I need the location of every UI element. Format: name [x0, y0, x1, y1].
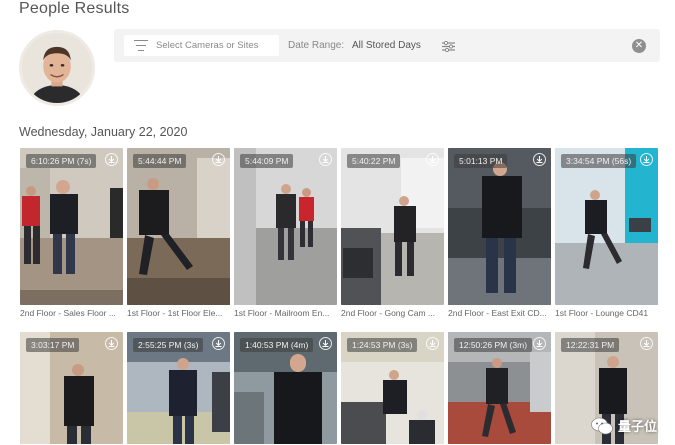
download-icon[interactable] [533, 337, 546, 350]
filter-bar: Select Cameras or Sites Date Range: All … [114, 29, 660, 62]
download-icon[interactable] [105, 337, 118, 350]
timestamp-badge: 5:44:44 PM [133, 154, 187, 168]
timestamp-badge: 3:03:17 PM [26, 338, 80, 352]
result-thumbnail[interactable]: 3:34:54 PM (56s) [555, 148, 658, 305]
result-thumbnail[interactable]: 5:01:13 PM [448, 148, 551, 305]
timestamp-badge: 5:01:13 PM [454, 154, 508, 168]
result-thumbnail[interactable]: 1:24:53 PM (3s) [341, 332, 444, 444]
wechat-logo-icon [591, 417, 613, 434]
result-thumbnail[interactable]: 5:44:44 PM [127, 148, 230, 305]
timestamp-badge: 1:24:53 PM (3s) [347, 338, 418, 352]
avatar [19, 30, 95, 106]
result-thumbnail[interactable]: 1:40:53 PM (4m) [234, 332, 337, 444]
camera-caption: 1st Floor - Mailroom En... [234, 308, 330, 318]
download-icon[interactable] [426, 337, 439, 350]
date-range-label: Date Range: [288, 40, 345, 51]
camera-snapshot [127, 148, 230, 305]
download-icon[interactable] [319, 153, 332, 166]
result-tile[interactable]: 3:34:54 PM (56s) 1st Floor - Lounge CD41 [555, 148, 658, 319]
timestamp-badge: 12:50:26 PM (3m) [454, 338, 533, 352]
camera-snapshot [448, 148, 551, 305]
timestamp-badge: 1:40:53 PM (4m) [240, 338, 314, 352]
camera-snapshot [234, 148, 337, 305]
result-tile[interactable]: 3:03:17 PM [20, 332, 123, 444]
download-icon[interactable] [640, 153, 653, 166]
result-tile[interactable]: 1:40:53 PM (4m) [234, 332, 337, 444]
date-heading: Wednesday, January 22, 2020 [19, 125, 188, 139]
result-tile[interactable]: 5:44:44 PM 1st Floor - 1st Floor Ele... [127, 148, 230, 319]
result-thumbnail[interactable]: 5:40:22 PM [341, 148, 444, 305]
camera-snapshot [555, 148, 658, 305]
sliders-icon[interactable] [442, 41, 455, 52]
download-icon[interactable] [533, 153, 546, 166]
face-photo [22, 33, 92, 103]
result-thumbnail[interactable]: 2:55:25 PM (3s) [127, 332, 230, 444]
camera-caption: 2nd Floor - Sales Floor ... [20, 308, 116, 318]
timestamp-badge: 2:55:25 PM (3s) [133, 338, 204, 352]
camera-select-placeholder: Select Cameras or Sites [156, 40, 259, 51]
camera-snapshot [341, 148, 444, 305]
result-thumbnail[interactable]: 12:50:26 PM (3m) [448, 332, 551, 444]
result-thumbnail[interactable]: 3:03:17 PM [20, 332, 123, 444]
result-tile[interactable]: 5:44:09 PM 1st Floor - Mailroom En... [234, 148, 337, 319]
camera-caption: 2nd Floor - Gong Cam ... [341, 308, 436, 318]
download-icon[interactable] [426, 153, 439, 166]
camera-caption: 1st Floor - 1st Floor Ele... [127, 308, 223, 318]
download-icon[interactable] [212, 337, 225, 350]
result-tile[interactable]: 6:10:26 PM (7s) 2nd Floor - Sales Floor … [20, 148, 123, 319]
results-row: 3:03:17 PM 2:55:25 PM (3s) 1:40:53 PM (4… [20, 332, 658, 444]
timestamp-badge: 3:34:54 PM (56s) [561, 154, 637, 168]
result-thumbnail[interactable]: 5:44:09 PM [234, 148, 337, 305]
download-icon[interactable] [640, 337, 653, 350]
results-row: 6:10:26 PM (7s) 2nd Floor - Sales Floor … [20, 148, 658, 319]
result-thumbnail[interactable]: 6:10:26 PM (7s) [20, 148, 123, 305]
camera-snapshot [20, 148, 123, 305]
camera-caption: 2nd Floor - East Exit CD... [448, 308, 547, 318]
date-range-value[interactable]: All Stored Days [352, 40, 421, 51]
download-icon[interactable] [212, 153, 225, 166]
timestamp-badge: 5:44:09 PM [240, 154, 294, 168]
result-tile[interactable]: 2:55:25 PM (3s) [127, 332, 230, 444]
filter-icon [134, 39, 148, 52]
download-icon[interactable] [105, 153, 118, 166]
result-tile[interactable]: 5:40:22 PM 2nd Floor - Gong Cam ... [341, 148, 444, 319]
camera-select[interactable]: Select Cameras or Sites [124, 35, 279, 56]
camera-caption: 1st Floor - Lounge CD41 [555, 308, 649, 318]
timestamp-badge: 5:40:22 PM [347, 154, 401, 168]
watermark: 量子位 [591, 416, 657, 435]
result-tile[interactable]: 12:50:26 PM (3m) [448, 332, 551, 444]
download-icon[interactable] [319, 337, 332, 350]
timestamp-badge: 6:10:26 PM (7s) [26, 154, 97, 168]
clear-icon[interactable]: ✕ [632, 39, 646, 53]
timestamp-badge: 12:22:31 PM [561, 338, 620, 352]
page-title: People Results [19, 0, 130, 17]
watermark-text: 量子位 [617, 419, 657, 434]
result-tile[interactable]: 5:01:13 PM 2nd Floor - East Exit CD... [448, 148, 551, 319]
result-tile[interactable]: 1:24:53 PM (3s) [341, 332, 444, 444]
